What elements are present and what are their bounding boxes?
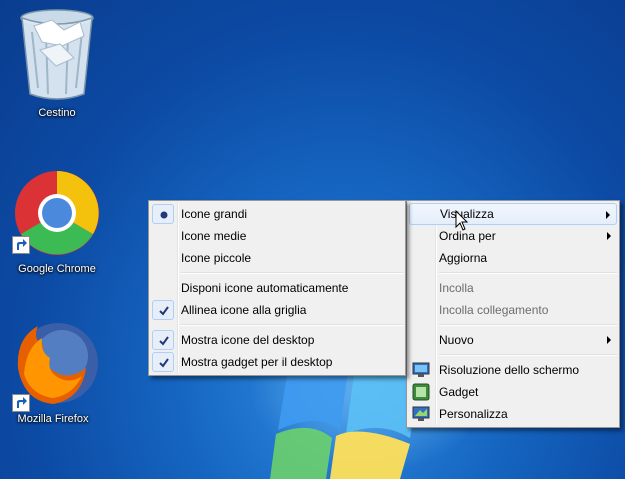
menu-separator — [179, 321, 403, 329]
menu-separator — [437, 351, 617, 359]
checkmark-icon — [152, 330, 174, 350]
shortcut-arrow-icon — [12, 236, 30, 254]
menu-item-show-desktop-gadgets[interactable]: Mostra gadget per il desktop — [151, 351, 403, 373]
personalize-icon — [412, 406, 430, 421]
menu-item-label: Mostra gadget per il desktop — [181, 355, 333, 369]
menu-item-label: Gadget — [439, 385, 479, 399]
desktop-icon-google-chrome[interactable]: Google Chrome — [12, 168, 102, 275]
menu-item-view[interactable]: Visualizza — [409, 203, 617, 225]
desktop-icon-label: Mozilla Firefox — [17, 413, 89, 425]
menu-item-refresh[interactable]: Aggiorna — [409, 247, 617, 269]
submenu-arrow-icon — [606, 211, 610, 219]
menu-item-label: Icone grandi — [181, 207, 248, 221]
checkmark-icon — [152, 352, 174, 372]
menu-item-label: Aggiorna — [439, 251, 488, 265]
menu-item-show-desktop-icons[interactable]: Mostra icone del desktop — [151, 329, 403, 351]
gadget-icon — [412, 383, 430, 401]
menu-item-gadget[interactable]: Gadget — [409, 381, 617, 403]
menu-item-sort-by[interactable]: Ordina per — [409, 225, 617, 247]
radio-selected-icon — [152, 204, 174, 224]
menu-item-label: Icone medie — [181, 229, 247, 243]
desktop-icon-recycle-bin[interactable]: Cestino — [12, 6, 102, 119]
menu-item-medium-icons[interactable]: Icone medie — [151, 225, 403, 247]
menu-item-screen-resolution[interactable]: Risoluzione dello schermo — [409, 359, 617, 381]
menu-item-auto-arrange[interactable]: Disponi icone automaticamente — [151, 277, 403, 299]
menu-item-label: Disponi icone automaticamente — [181, 281, 349, 295]
menu-item-large-icons[interactable]: Icone grandi — [151, 203, 403, 225]
desktop-icon-label: Cestino — [38, 107, 76, 119]
menu-item-label: Mostra icone del desktop — [181, 333, 315, 347]
desktop-icon-label: Google Chrome — [18, 263, 96, 275]
menu-item-paste[interactable]: Incolla — [409, 277, 617, 299]
menu-item-label: Icone piccole — [181, 251, 252, 265]
menu-item-label: Risoluzione dello schermo — [439, 363, 580, 377]
checkmark-icon — [152, 300, 174, 320]
screen-resolution-icon — [412, 362, 430, 377]
menu-separator — [437, 269, 617, 277]
menu-item-personalize[interactable]: Personalizza — [409, 403, 617, 425]
menu-item-label: Nuovo — [439, 333, 474, 347]
menu-item-align-to-grid[interactable]: Allinea icone alla griglia — [151, 299, 403, 321]
desktop-icon-mozilla-firefox[interactable]: Mozilla Firefox — [8, 318, 98, 425]
menu-item-label: Incolla — [439, 281, 474, 295]
submenu-arrow-icon — [607, 232, 611, 240]
recycle-bin-icon — [20, 9, 94, 100]
menu-separator — [179, 269, 403, 277]
view-submenu: Icone grandi Icone medie Icone piccole D… — [148, 200, 406, 376]
menu-item-label: Allinea icone alla griglia — [181, 303, 307, 317]
shortcut-arrow-icon — [12, 394, 30, 412]
menu-item-label: Personalizza — [439, 407, 508, 421]
menu-item-new[interactable]: Nuovo — [409, 329, 617, 351]
menu-separator — [437, 321, 617, 329]
menu-item-paste-shortcut[interactable]: Incolla collegamento — [409, 299, 617, 321]
desktop-context-menu: Visualizza Ordina per Aggiorna Incolla I… — [406, 200, 620, 428]
submenu-arrow-icon — [607, 336, 611, 344]
mouse-cursor-icon — [455, 210, 469, 231]
menu-item-small-icons[interactable]: Icone piccole — [151, 247, 403, 269]
menu-item-label: Incolla collegamento — [439, 303, 549, 317]
